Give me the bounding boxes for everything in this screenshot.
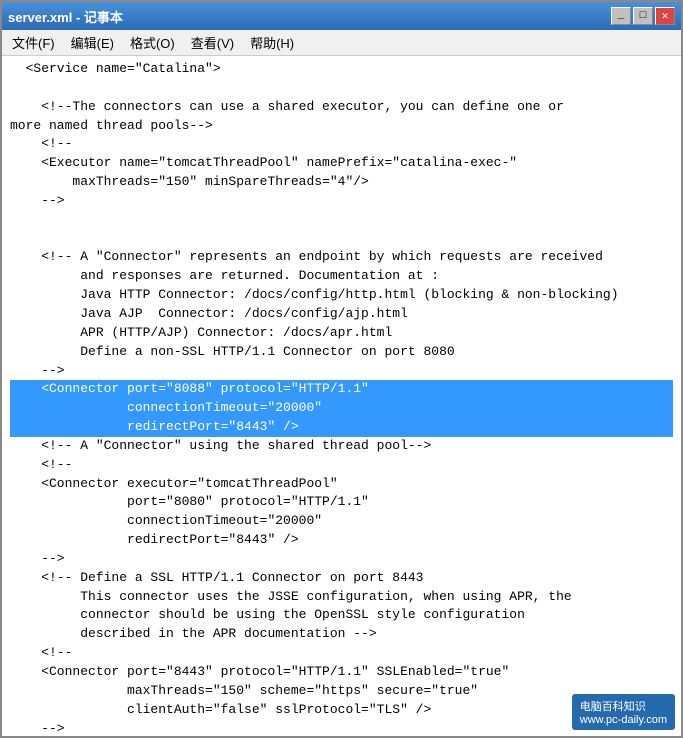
- highlighted-code-line: connectionTimeout="20000": [10, 399, 673, 418]
- window: server.xml - 记事本 _ □ ✕ 文件(F) 编辑(E) 格式(O)…: [0, 0, 683, 738]
- close-button[interactable]: ✕: [655, 7, 675, 25]
- highlighted-code-line: <Connector port="8088" protocol="HTTP/1.…: [10, 380, 673, 399]
- highlighted-code-line: redirectPort="8443" />: [10, 418, 673, 437]
- editor-container: <Service name="Catalina"> <!--The connec…: [2, 56, 681, 736]
- menu-view[interactable]: 查看(V): [183, 30, 242, 55]
- code-content: <Service name="Catalina"> <!--The connec…: [2, 60, 681, 736]
- menu-edit[interactable]: 编辑(E): [63, 30, 122, 55]
- menu-help[interactable]: 帮助(H): [242, 30, 302, 55]
- window-title: server.xml - 记事本: [8, 7, 123, 26]
- title-bar-buttons: _ □ ✕: [611, 7, 675, 25]
- minimize-button[interactable]: _: [611, 7, 631, 25]
- editor-content[interactable]: <Service name="Catalina"> <!--The connec…: [2, 56, 681, 736]
- menu-file[interactable]: 文件(F): [4, 30, 63, 55]
- title-bar: server.xml - 记事本 _ □ ✕: [2, 2, 681, 30]
- menu-bar: 文件(F) 编辑(E) 格式(O) 查看(V) 帮助(H): [2, 30, 681, 56]
- menu-format[interactable]: 格式(O): [122, 30, 183, 55]
- maximize-button[interactable]: □: [633, 7, 653, 25]
